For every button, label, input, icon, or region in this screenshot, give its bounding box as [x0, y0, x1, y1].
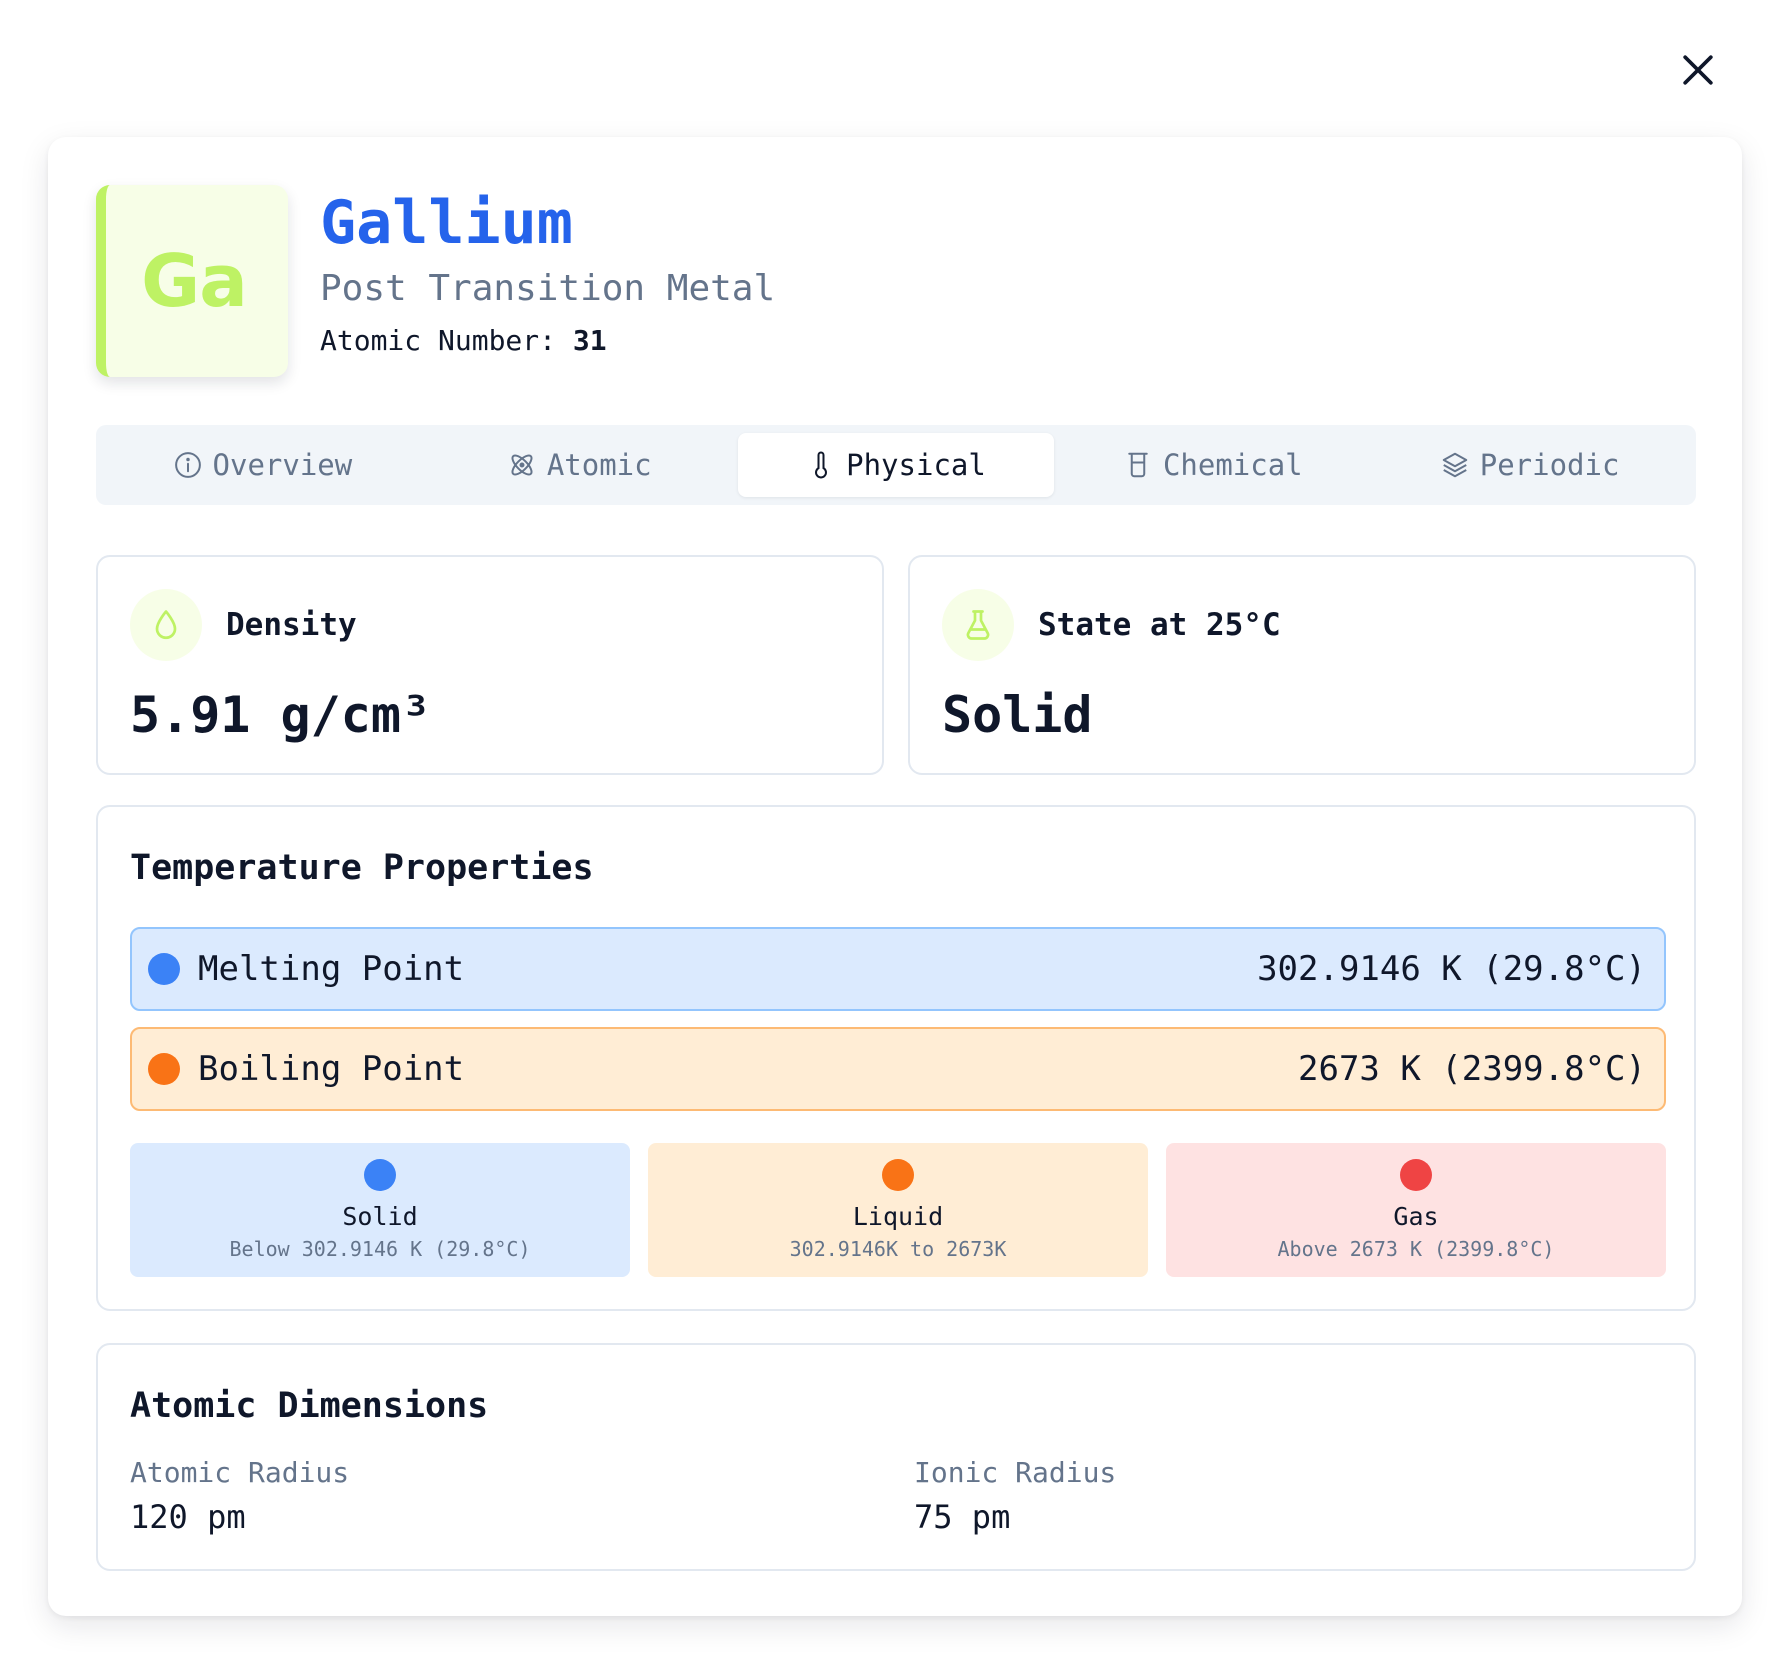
density-card: Density 5.91 g/cm³	[96, 555, 884, 775]
tab-overview[interactable]: Overview	[104, 433, 421, 497]
melting-point-value: 302.9146 K (29.8°C)	[1257, 949, 1646, 989]
tab-periodic[interactable]: Periodic	[1371, 433, 1688, 497]
beaker-icon	[1128, 452, 1148, 478]
atom-icon	[511, 454, 533, 476]
info-icon	[174, 452, 201, 478]
tab-label: Overview	[212, 448, 353, 482]
temperature-title: Temperature Properties	[130, 848, 594, 888]
element-symbol: Ga	[141, 239, 248, 323]
tab-label: Periodic	[1479, 448, 1620, 482]
state-card: State at 25°C Solid	[908, 555, 1696, 775]
state-value: Solid	[942, 686, 1093, 744]
boiling-point-value: 2673 K (2399.8°C)	[1298, 1049, 1646, 1089]
phase-liquid: Liquid 302.9146K to 2673K	[648, 1143, 1148, 1277]
phase-solid: Solid Below 302.9146 K (29.8°C)	[130, 1143, 630, 1277]
layers-icon	[1442, 452, 1467, 478]
close-icon	[1683, 55, 1713, 85]
thermometer-icon	[815, 451, 828, 479]
atomic-number-value: 31	[572, 324, 607, 357]
atomic-radius-label: Atomic Radius	[130, 1456, 350, 1489]
phase-name: Liquid	[852, 1202, 944, 1231]
gas-dot	[1400, 1159, 1432, 1191]
temperature-panel: Temperature Properties Melting Point 302…	[96, 805, 1696, 1311]
atomic-dimensions-panel: Atomic Dimensions Atomic Radius 120 pm I…	[96, 1343, 1696, 1571]
phase-name: Gas	[1393, 1202, 1439, 1231]
density-icon-badge	[130, 589, 202, 661]
liquid-dot	[882, 1159, 914, 1191]
atomic-radius-value: 120 pm	[130, 1498, 246, 1536]
boiling-point-label: Boiling Point	[198, 1049, 465, 1089]
tab-label: Atomic	[546, 448, 652, 482]
ionic-radius-label: Ionic Radius	[914, 1456, 1117, 1489]
element-symbol-tile: Ga	[96, 185, 288, 377]
ionic-radius-value: 75 pm	[914, 1498, 1011, 1536]
tab-label: Physical	[846, 448, 986, 482]
melting-point-row: Melting Point 302.9146 K (29.8°C)	[130, 927, 1666, 1011]
phase-range: 302.9146K to 2673K	[789, 1236, 1007, 1261]
phase-range: Above 2673 K (2399.8°C)	[1277, 1236, 1555, 1261]
phase-name: Solid	[342, 1202, 418, 1231]
solid-dot	[364, 1159, 396, 1191]
atomic-number-label: Atomic Number:	[320, 324, 557, 357]
element-detail-page: Ga Gallium Post Transition Metal Atomic …	[0, 0, 1787, 1654]
atomic-number-line: Atomic Number: 31	[320, 323, 607, 359]
tab-atomic[interactable]: Atomic	[421, 433, 738, 497]
melting-point-label: Melting Point	[198, 949, 465, 989]
element-name: Gallium	[320, 188, 573, 258]
droplet-icon	[155, 610, 177, 640]
tab-physical[interactable]: Physical	[737, 433, 1055, 497]
density-value: 5.91 g/cm³	[130, 686, 432, 744]
phase-range: Below 302.9146 K (29.8°C)	[229, 1236, 531, 1261]
boiling-point-row: Boiling Point 2673 K (2399.8°C)	[130, 1027, 1666, 1111]
state-icon-badge	[942, 589, 1014, 661]
close-button[interactable]	[1670, 42, 1726, 98]
dimensions-title: Atomic Dimensions	[130, 1386, 489, 1426]
tab-bar: Overview Atomic Physical Chemical Period…	[96, 425, 1696, 505]
phase-gas: Gas Above 2673 K (2399.8°C)	[1166, 1143, 1666, 1277]
density-label: Density	[226, 607, 357, 643]
tab-label: Chemical	[1162, 448, 1303, 482]
boiling-dot	[148, 1053, 180, 1085]
flask-icon	[966, 610, 990, 640]
state-label: State at 25°C	[1038, 607, 1281, 643]
melting-dot	[148, 953, 180, 985]
element-category: Post Transition Metal	[320, 268, 776, 309]
tab-chemical[interactable]: Chemical	[1054, 433, 1371, 497]
element-card: Ga Gallium Post Transition Metal Atomic …	[48, 137, 1742, 1616]
